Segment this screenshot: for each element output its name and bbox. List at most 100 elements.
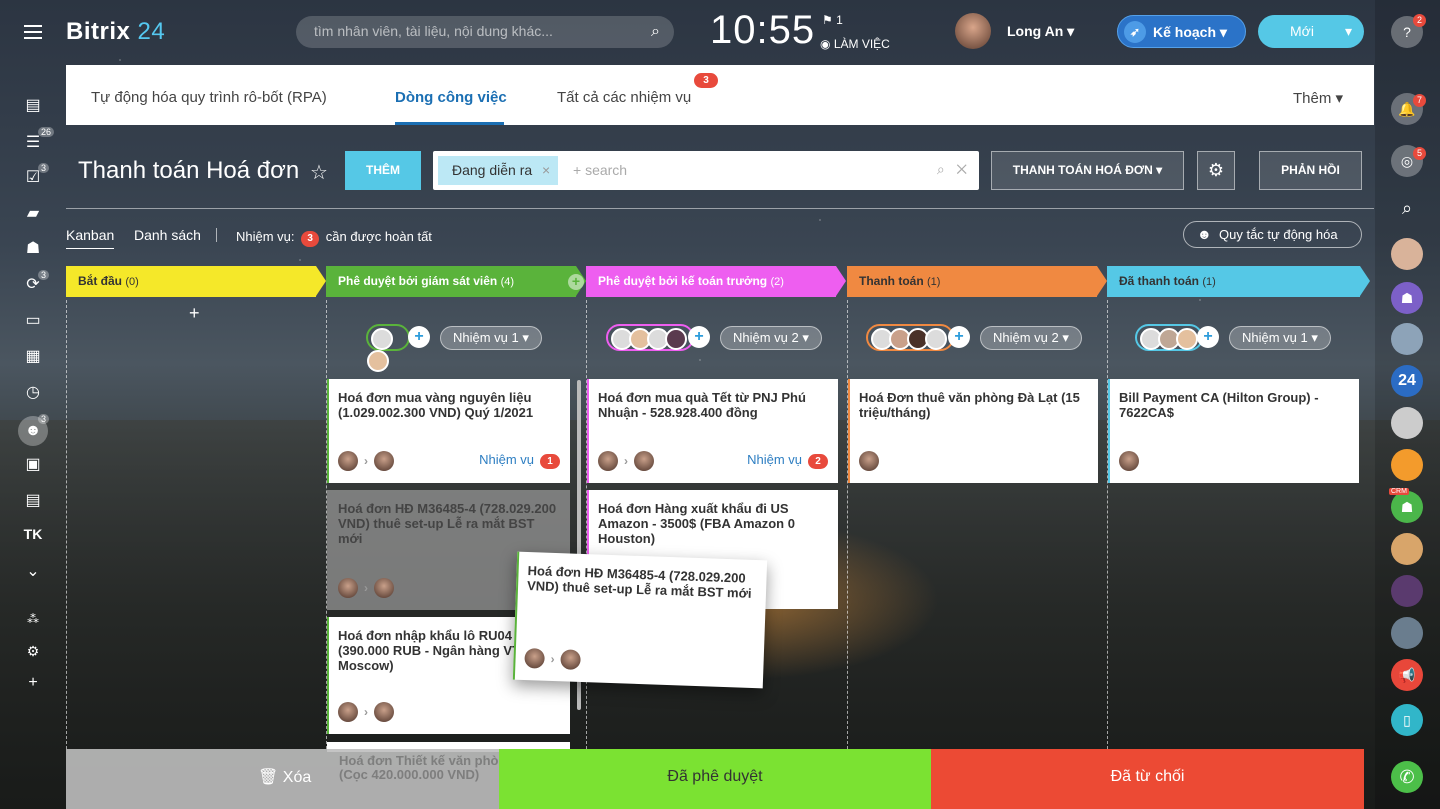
tasks-button[interactable]: Nhiệm vụ 1 ▾ — [440, 326, 542, 350]
column-header-chief-accountant[interactable]: Phê duyệt bởi kế toán trưởng (2) — [586, 266, 846, 297]
megaphone-icon[interactable]: 📢 — [1391, 659, 1423, 691]
flag-counter[interactable]: ⚑ 1 — [822, 13, 843, 27]
avatar[interactable] — [955, 13, 991, 49]
chevron-right-icon: › — [364, 704, 368, 719]
calendar-icon[interactable]: ▦ — [22, 346, 44, 368]
reject-dropzone[interactable]: Đã từ chối — [931, 749, 1364, 809]
drive-icon[interactable]: ▭ — [22, 310, 44, 332]
hierarchy-icon[interactable]: ⁂ — [22, 612, 44, 634]
contact-avatar[interactable] — [1391, 617, 1423, 649]
close-icon[interactable]: ✕ — [956, 161, 967, 177]
avatar — [1119, 451, 1139, 471]
avatar — [371, 328, 393, 350]
crm-badge: CRM — [1389, 488, 1409, 495]
menu-icon[interactable] — [24, 25, 42, 39]
view-kanban[interactable]: Kanban — [66, 227, 115, 249]
supervisor-avatars[interactable] — [366, 324, 410, 372]
contact-avatar[interactable]: ☗ — [1391, 282, 1423, 314]
approve-dropzone[interactable]: Đã phê duyệt — [499, 749, 931, 809]
search-icon[interactable]: ⌕ — [651, 23, 660, 41]
add-card-icon[interactable]: + — [189, 303, 200, 324]
chevron-down-icon[interactable]: ⌄ — [22, 561, 44, 583]
tab-workflow[interactable]: Dòng công việc — [395, 89, 507, 106]
kanban-card[interactable]: Bill Payment CA (Hilton Group) - 7622CA$ — [1108, 379, 1359, 483]
card-title: Hoá đơn Hàng xuất khẩu đi US Amazon - 35… — [598, 501, 795, 546]
phone-icon[interactable]: ✆ — [1391, 761, 1423, 793]
tab-all-tasks[interactable]: Tất cả các nhiệm vụ — [557, 89, 691, 106]
robot-icon: ☻ — [1197, 226, 1212, 242]
column-header-payment[interactable]: Thanh toán (1) — [847, 266, 1107, 297]
nav-tk[interactable]: TK — [22, 526, 44, 548]
close-icon[interactable]: × — [542, 162, 550, 178]
contact-avatar[interactable] — [1391, 449, 1423, 481]
chevron-down-icon: ▾ — [802, 330, 809, 345]
search-input[interactable]: tìm nhân viên, tài liệu, nội dung khác..… — [296, 16, 674, 48]
add-member-icon[interactable]: + — [1197, 326, 1219, 348]
plan-button[interactable]: ➶ Kế hoạch ▾ — [1117, 15, 1246, 48]
search-icon[interactable]: ⌕ — [937, 161, 945, 177]
add-button[interactable]: THÊM — [345, 151, 421, 190]
more-tabs-button[interactable]: Thêm ▾ — [1293, 89, 1343, 107]
tasks-summary[interactable]: Nhiệm vụ: 3 cần được hoàn tất — [236, 229, 432, 247]
avatar — [374, 702, 394, 722]
tab-rpa[interactable]: Tự động hóa quy trình rô-bốt (RPA) — [91, 89, 327, 106]
gear-icon[interactable]: ⚙ — [22, 643, 44, 665]
paid-avatars[interactable] — [1135, 324, 1203, 351]
tasks-button[interactable]: Nhiệm vụ 2 ▾ — [720, 326, 822, 350]
column-header-paid[interactable]: Đã thanh toán (1) — [1107, 266, 1370, 297]
pipeline-dropdown[interactable]: THANH TOÁN HOÁ ĐƠN ▾ — [991, 151, 1184, 190]
bitrix24-icon[interactable]: 24 — [1391, 365, 1423, 397]
filter-search-input[interactable]: + search — [573, 162, 627, 178]
chevron-right-icon: › — [550, 651, 555, 666]
column-count: (1) — [1202, 276, 1216, 288]
contact-avatar[interactable] — [1391, 575, 1423, 607]
chat-icon[interactable]: ▰ — [22, 203, 44, 225]
clock[interactable]: 10:55 — [710, 8, 815, 53]
kanban-card[interactable]: Hoá đơn mua quà Tết từ PNJ Phú Nhuận - 5… — [587, 379, 838, 483]
clock-icon[interactable]: ◷ — [22, 382, 44, 404]
column-header-start[interactable]: Bắt đầu (0) — [66, 266, 326, 297]
feed-icon[interactable]: ▤ — [22, 95, 44, 117]
automation-rules-button[interactable]: ☻ Quy tắc tự động hóa — [1183, 221, 1362, 248]
page-title: Thanh toán Hoá đơn — [78, 157, 300, 184]
window-icon[interactable]: ▣ — [22, 454, 44, 476]
card-tasks-link[interactable]: Nhiệm vụ 1 — [479, 452, 560, 469]
logo[interactable]: Bitrix 24 — [66, 18, 165, 46]
add-member-icon[interactable]: + — [948, 326, 970, 348]
kanban-card[interactable]: Hoá Đơn thuê văn phòng Đà Lạt (15 triệu/… — [848, 379, 1098, 483]
star-icon[interactable]: ☆ — [310, 160, 328, 185]
filter-chip[interactable]: Đang diễn ra × — [438, 156, 559, 185]
tasks-button[interactable]: Nhiệm vụ 1 ▾ — [1229, 326, 1331, 350]
work-status[interactable]: ◉ LÀM VIỆC — [820, 37, 890, 51]
plus-icon[interactable]: + — [22, 674, 44, 696]
nav-badge: 3 — [38, 414, 50, 424]
contact-avatar[interactable] — [1391, 323, 1423, 355]
contact-avatar[interactable] — [1391, 533, 1423, 565]
accountant-avatars[interactable] — [606, 324, 694, 351]
column-header-supervisor[interactable]: Phê duyệt bởi giám sát viên (4) — [326, 266, 586, 297]
user-menu[interactable]: Long An ▾ — [1007, 23, 1074, 40]
kanban-card[interactable]: Hoá đơn mua vàng nguyên liệu (1.029.002.… — [327, 379, 570, 483]
contact-avatar[interactable] — [1391, 407, 1423, 439]
device-icon[interactable]: ▯ — [1391, 704, 1423, 736]
dragged-card[interactable]: Hoá đơn HĐ M36485-4 (728.029.200 VND) th… — [512, 551, 768, 689]
column-title: Thanh toán — [859, 274, 924, 288]
search-icon[interactable]: ⌕ — [1391, 192, 1423, 224]
crm-contact-icon[interactable]: ☗ — [1391, 491, 1423, 523]
feedback-button[interactable]: PHẢN HỒI — [1259, 151, 1362, 190]
add-column-icon[interactable]: + — [568, 274, 584, 290]
group-icon[interactable]: ☗ — [22, 238, 44, 260]
payment-avatars[interactable] — [866, 324, 954, 351]
card-title: Bill Payment CA (Hilton Group) - 7622CA$ — [1119, 390, 1319, 420]
nav-badge: 26 — [38, 127, 55, 137]
tasks-button[interactable]: Nhiệm vụ 2 ▾ — [980, 326, 1082, 350]
contact-card-icon[interactable]: ▤ — [22, 490, 44, 512]
new-button[interactable]: Mới ▾ — [1258, 15, 1364, 48]
card-tasks-link[interactable]: Nhiệm vụ 2 — [747, 452, 828, 469]
filter-search[interactable]: Đang diễn ra × + search ⌕ ✕ — [433, 151, 979, 190]
add-member-icon[interactable]: + — [688, 326, 710, 348]
view-list[interactable]: Danh sách — [134, 227, 201, 243]
add-member-icon[interactable]: + — [408, 326, 430, 348]
gear-icon[interactable]: ⚙ — [1197, 151, 1235, 190]
contact-avatar[interactable] — [1391, 238, 1423, 270]
